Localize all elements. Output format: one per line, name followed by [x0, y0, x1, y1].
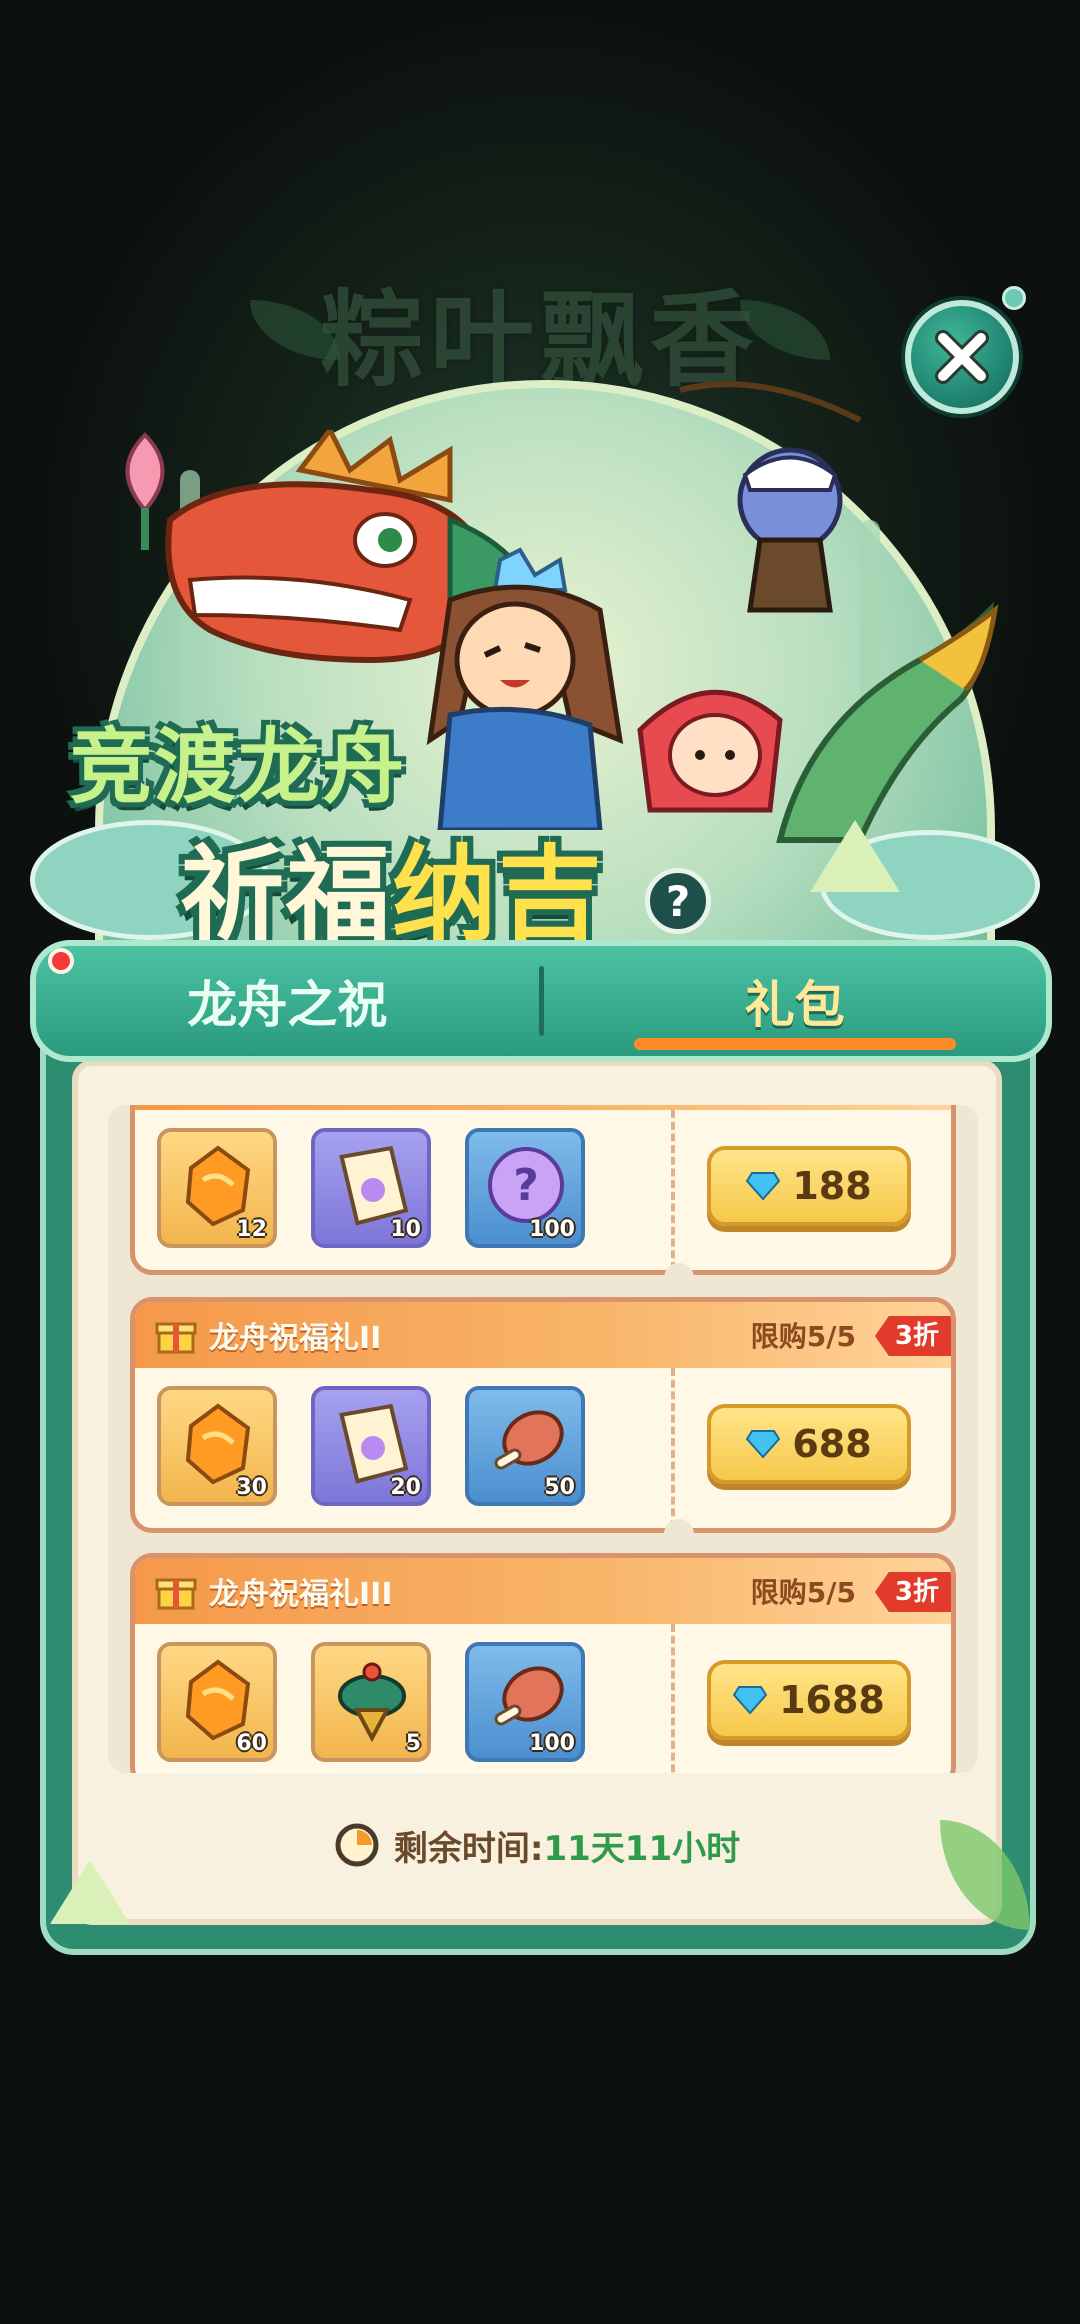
tab-gift-packs[interactable]: 礼包 [544, 946, 1047, 1056]
diamond-icon [746, 1430, 781, 1459]
timer-label: 剩余时间: [393, 1828, 544, 1869]
lotus-bud-illustration [125, 432, 165, 550]
buy-button[interactable]: 688 [707, 1404, 911, 1484]
gift-icon [155, 1578, 197, 1610]
svg-text:?: ? [513, 1160, 539, 1211]
gift-icon [155, 1322, 197, 1354]
reward-item[interactable]: 20 [311, 1386, 431, 1506]
pack-name: 龙舟祝福礼III [209, 1577, 393, 1612]
purchase-limit: 限购5/5 [750, 1576, 856, 1609]
reward-quantity: 100 [529, 1217, 575, 1242]
reward-quantity: 100 [529, 1731, 575, 1756]
close-button[interactable] [905, 300, 1019, 414]
reward-item[interactable]: 12 [157, 1128, 277, 1248]
reward-item[interactable]: 60 [157, 1642, 277, 1762]
card-notch [664, 1263, 694, 1293]
event-title-line1: 竞渡龙舟 [70, 720, 407, 815]
price-value: 188 [792, 1164, 872, 1208]
close-icon [935, 330, 989, 384]
reward-quantity: 60 [236, 1731, 267, 1756]
price-value: 688 [792, 1422, 872, 1466]
tab-label: 礼包 [744, 976, 845, 1034]
reward-quantity: 5 [405, 1731, 421, 1756]
dragon-tail-illustration [776, 601, 999, 843]
event-title-line2-part2: 纳吉 [392, 834, 605, 956]
reward-item[interactable]: 5 [311, 1642, 431, 1762]
gift-pack-body: 60 5 100 1688 [135, 1624, 951, 1773]
event-title: 竞渡龙舟 祈福纳吉 [60, 690, 680, 956]
gift-pack-header: 龙舟祝福礼II 限购5/5 3折 [135, 1302, 951, 1368]
card-notch [664, 1519, 694, 1549]
buy-button[interactable]: 188 [707, 1146, 911, 1226]
price-value: 1688 [779, 1678, 885, 1722]
tab-bar: 龙舟之祝 礼包 [30, 940, 1052, 1062]
reward-item[interactable]: 30 [157, 1386, 277, 1506]
gift-pack-list[interactable]: 12 10 ? 100 188 龙舟祝福礼II 限购5/5 3折 30 20 5… [108, 1105, 978, 1773]
cat-character-illustration [679, 381, 862, 613]
clock-icon [335, 1823, 379, 1867]
reward-quantity: 50 [544, 1475, 575, 1500]
card-separator [671, 1368, 675, 1528]
event-title-line2: 祈福纳吉 [180, 810, 604, 961]
gift-pack-body: 30 20 50 688 [135, 1368, 951, 1528]
gift-pack-header: 龙舟祝福礼III 限购5/5 3折 [135, 1558, 951, 1624]
tab-active-indicator [633, 1038, 956, 1050]
reward-quantity: 10 [390, 1217, 421, 1242]
diamond-icon [733, 1686, 768, 1715]
reward-quantity: 12 [236, 1217, 267, 1242]
event-title-line2-part1: 祈福 [180, 834, 393, 956]
bubble-decoration [1002, 286, 1026, 310]
purchase-limit: 限购5/5 [750, 1320, 856, 1353]
diamond-icon [746, 1172, 781, 1201]
discount-badge: 3折 [874, 1572, 951, 1612]
reward-item[interactable]: 50 [465, 1386, 585, 1506]
reward-quantity: 30 [236, 1475, 267, 1500]
tab-dragon-boat-blessing[interactable]: 龙舟之祝 [36, 946, 539, 1056]
gift-pack-body: 12 10 ? 100 188 [135, 1110, 951, 1270]
buy-button[interactable]: 1688 [707, 1660, 911, 1740]
reward-quantity: 20 [390, 1475, 421, 1500]
gift-pack-card: 龙舟祝福礼III 限购5/5 3折 60 5 100 1688 [130, 1553, 956, 1773]
card-separator [671, 1624, 675, 1773]
timer-value: 11天11小时 [543, 1828, 741, 1869]
help-button[interactable]: ? [645, 868, 711, 934]
reward-item[interactable]: 100 [465, 1642, 585, 1762]
notification-dot [48, 948, 74, 974]
card-separator [671, 1110, 675, 1270]
gift-pack-card: 龙舟祝福礼II 限购5/5 3折 30 20 50 688 [130, 1297, 956, 1533]
spinning-top-icon [338, 1662, 406, 1743]
reward-item[interactable]: ? 100 [465, 1128, 585, 1248]
discount-badge: 3折 [874, 1316, 951, 1356]
countdown-timer: 剩余时间: 11天11小时 [72, 1810, 1002, 1880]
reward-item[interactable]: 10 [311, 1128, 431, 1248]
pack-name: 龙舟祝福礼II [209, 1321, 382, 1356]
tab-label: 龙舟之祝 [187, 976, 388, 1034]
gift-pack-card: 12 10 ? 100 188 [130, 1105, 956, 1275]
